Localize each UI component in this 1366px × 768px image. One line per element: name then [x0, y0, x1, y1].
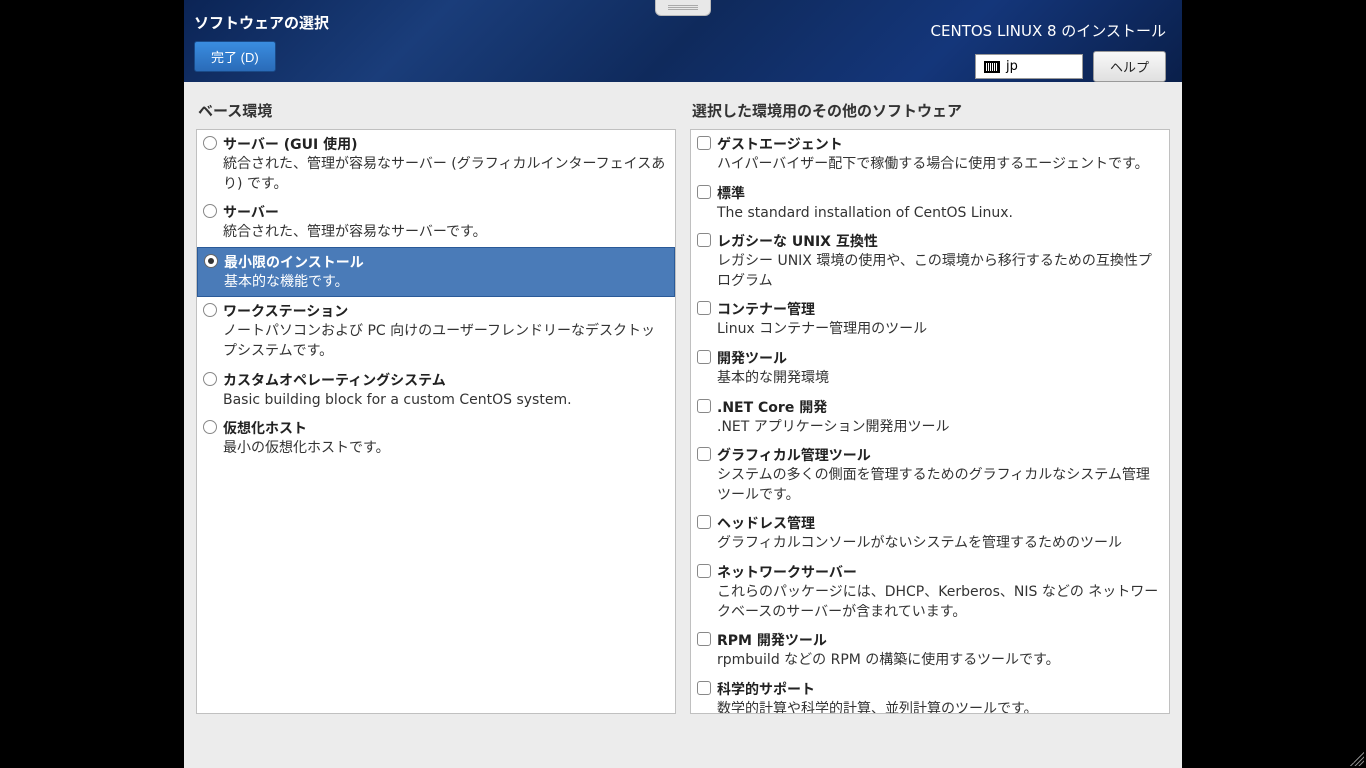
addon-option[interactable]: コンテナー管理Linux コンテナー管理用のツール — [691, 295, 1169, 344]
radio-icon[interactable] — [203, 372, 217, 386]
base-env-list[interactable]: サーバー (GUI 使用)統合された、管理が容易なサーバー (グラフィカルインタ… — [196, 129, 676, 714]
help-button[interactable]: ヘルプ — [1093, 51, 1166, 82]
option-label: 開発ツール — [717, 348, 1161, 368]
option-label: グラフィカル管理ツール — [717, 445, 1161, 465]
option-label: 仮想化ホスト — [223, 418, 667, 438]
base-env-option[interactable]: カスタムオペレーティングシステムBasic building block for… — [197, 366, 675, 415]
addon-option[interactable]: 開発ツール基本的な開発環境 — [691, 344, 1169, 393]
base-env-option[interactable]: ワークステーションノートパソコンおよび PC 向けのユーザーフレンドリーなデスク… — [197, 297, 675, 365]
option-label: 標準 — [717, 183, 1161, 203]
checkbox-icon[interactable] — [697, 515, 711, 529]
option-desc: グラフィカルコンソールがないシステムを管理するためのツール — [717, 534, 1161, 554]
option-label: コンテナー管理 — [717, 299, 1161, 319]
option-label: ヘッドレス管理 — [717, 513, 1161, 533]
radio-icon[interactable] — [203, 204, 217, 218]
header: ソフトウェアの選択 完了 (D) CENTOS LINUX 8 のインストール … — [184, 0, 1182, 82]
addon-option[interactable]: RPM 開発ツールrpmbuild などの RPM の構築に使用するツールです。 — [691, 626, 1169, 675]
addons-list[interactable]: ゲストエージェントハイパーバイザー配下で稼働する場合に使用するエージェントです。… — [690, 129, 1170, 714]
radio-icon[interactable] — [203, 136, 217, 150]
checkbox-icon[interactable] — [697, 632, 711, 646]
base-env-title: ベース環境 — [196, 100, 676, 121]
option-desc: 統合された、管理が容易なサーバーです。 — [223, 223, 667, 243]
option-label: 科学的サポート — [717, 679, 1161, 699]
base-env-option[interactable]: サーバー統合された、管理が容易なサーバーです。 — [197, 198, 675, 247]
option-label: サーバー (GUI 使用) — [223, 134, 667, 154]
option-desc: ノートパソコンおよび PC 向けのユーザーフレンドリーなデスクトップシステムです… — [223, 322, 667, 361]
option-desc: 基本的な機能です。 — [224, 273, 666, 293]
addon-option[interactable]: .NET Core 開発.NET アプリケーション開発用ツール — [691, 393, 1169, 442]
base-env-option[interactable]: サーバー (GUI 使用)統合された、管理が容易なサーバー (グラフィカルインタ… — [197, 130, 675, 198]
option-desc: 統合された、管理が容易なサーバー (グラフィカルインターフェイスあり) です。 — [223, 155, 667, 194]
option-desc: システムの多くの側面を管理するためのグラフィカルなシステム管理ツールです。 — [717, 466, 1161, 505]
option-desc: これらのパッケージには、DHCP、Kerberos、NIS などの ネットワーク… — [717, 583, 1161, 622]
keyboard-layout: jp — [1006, 59, 1018, 74]
addon-option[interactable]: 標準The standard installation of CentOS Li… — [691, 179, 1169, 228]
header-right: CENTOS LINUX 8 のインストール jp ヘルプ — [931, 20, 1166, 82]
checkbox-icon[interactable] — [697, 399, 711, 413]
option-label: カスタムオペレーティングシステム — [223, 370, 667, 390]
option-desc: 最小の仮想化ホストです。 — [223, 439, 667, 459]
option-desc: ハイパーバイザー配下で稼働する場合に使用するエージェントです。 — [717, 155, 1161, 175]
option-label: .NET Core 開発 — [717, 397, 1161, 417]
option-desc: rpmbuild などの RPM の構築に使用するツールです。 — [717, 651, 1161, 671]
option-label: 最小限のインストール — [224, 252, 666, 272]
option-desc: 数学的計算や科学的計算、並列計算のツールです。 — [717, 700, 1161, 714]
resize-grip-icon[interactable] — [1350, 752, 1364, 766]
base-env-panel: ベース環境 サーバー (GUI 使用)統合された、管理が容易なサーバー (グラフ… — [196, 100, 676, 714]
addons-title: 選択した環境用のその他のソフトウェア — [690, 100, 1170, 121]
option-desc: The standard installation of CentOS Linu… — [717, 204, 1161, 224]
addon-option[interactable]: グラフィカル管理ツールシステムの多くの側面を管理するためのグラフィカルなシステム… — [691, 441, 1169, 509]
option-desc: Linux コンテナー管理用のツール — [717, 320, 1161, 340]
checkbox-icon[interactable] — [697, 447, 711, 461]
addon-option[interactable]: ヘッドレス管理グラフィカルコンソールがないシステムを管理するためのツール — [691, 509, 1169, 558]
radio-icon[interactable] — [203, 420, 217, 434]
addon-option[interactable]: 科学的サポート数学的計算や科学的計算、並列計算のツールです。 — [691, 675, 1169, 714]
keyboard-icon — [984, 61, 1000, 73]
option-label: レガシーな UNIX 互換性 — [717, 231, 1161, 251]
done-button[interactable]: 完了 (D) — [194, 41, 276, 72]
checkbox-icon[interactable] — [697, 681, 711, 695]
addon-option[interactable]: ネットワークサーバーこれらのパッケージには、DHCP、Kerberos、NIS … — [691, 558, 1169, 626]
addons-panel: 選択した環境用のその他のソフトウェア ゲストエージェントハイパーバイザー配下で稼… — [690, 100, 1170, 714]
option-label: ネットワークサーバー — [717, 562, 1161, 582]
option-desc: レガシー UNIX 環境の使用や、この環境から移行するための互換性プログラム — [717, 252, 1161, 291]
addon-option[interactable]: ゲストエージェントハイパーバイザー配下で稼働する場合に使用するエージェントです。 — [691, 130, 1169, 179]
radio-icon[interactable] — [203, 303, 217, 317]
keyboard-indicator[interactable]: jp — [975, 54, 1083, 79]
installer-window: ソフトウェアの選択 完了 (D) CENTOS LINUX 8 のインストール … — [184, 0, 1182, 768]
addon-option[interactable]: レガシーな UNIX 互換性レガシー UNIX 環境の使用や、この環境から移行す… — [691, 227, 1169, 295]
checkbox-icon[interactable] — [697, 350, 711, 364]
checkbox-icon[interactable] — [697, 301, 711, 315]
option-label: RPM 開発ツール — [717, 630, 1161, 650]
option-label: サーバー — [223, 202, 667, 222]
checkbox-icon[interactable] — [697, 136, 711, 150]
option-desc: .NET アプリケーション開発用ツール — [717, 418, 1161, 438]
radio-icon[interactable] — [204, 254, 218, 268]
base-env-option[interactable]: 仮想化ホスト最小の仮想化ホストです。 — [197, 414, 675, 463]
option-label: ワークステーション — [223, 301, 667, 321]
base-env-option[interactable]: 最小限のインストール基本的な機能です。 — [197, 247, 675, 298]
install-title: CENTOS LINUX 8 のインストール — [931, 20, 1166, 41]
checkbox-icon[interactable] — [697, 564, 711, 578]
option-label: ゲストエージェント — [717, 134, 1161, 154]
drag-handle-icon — [655, 0, 711, 16]
content: ベース環境 サーバー (GUI 使用)統合された、管理が容易なサーバー (グラフ… — [184, 82, 1182, 714]
option-desc: Basic building block for a custom CentOS… — [223, 391, 667, 411]
checkbox-icon[interactable] — [697, 233, 711, 247]
checkbox-icon[interactable] — [697, 185, 711, 199]
option-desc: 基本的な開発環境 — [717, 369, 1161, 389]
